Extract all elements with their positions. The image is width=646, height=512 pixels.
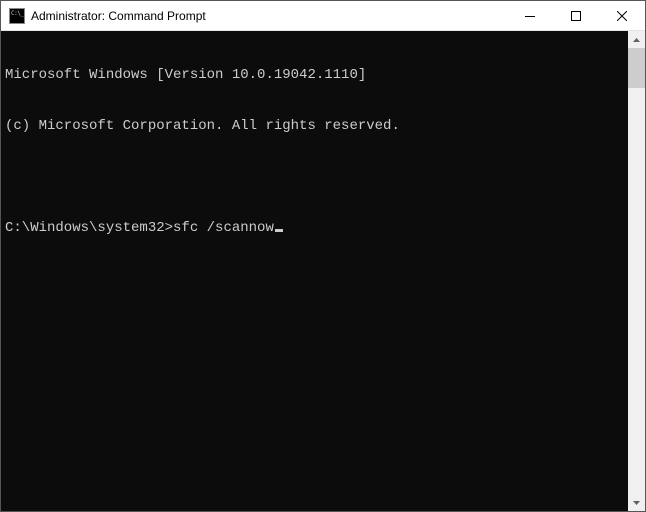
maximize-icon — [571, 11, 581, 21]
scroll-down-button[interactable] — [628, 494, 645, 511]
close-button[interactable] — [599, 1, 645, 30]
blank-line — [5, 169, 624, 186]
minimize-icon — [525, 11, 535, 21]
scroll-thumb[interactable] — [628, 48, 645, 88]
vertical-scrollbar[interactable] — [628, 31, 645, 511]
minimize-button[interactable] — [507, 1, 553, 30]
version-line: Microsoft Windows [Version 10.0.19042.11… — [5, 67, 624, 84]
titlebar[interactable]: Administrator: Command Prompt — [1, 1, 645, 31]
scroll-up-button[interactable] — [628, 31, 645, 48]
cmd-icon — [9, 8, 25, 24]
prompt-text: C:\Windows\system32> — [5, 220, 173, 236]
client-area: Microsoft Windows [Version 10.0.19042.11… — [1, 31, 645, 511]
window-title: Administrator: Command Prompt — [31, 9, 507, 23]
copyright-line: (c) Microsoft Corporation. All rights re… — [5, 118, 624, 135]
window-controls — [507, 1, 645, 30]
cmd-window: Administrator: Command Prompt Microsoft … — [0, 0, 646, 512]
prompt-line: C:\Windows\system32>sfc /scannow — [5, 220, 624, 237]
maximize-button[interactable] — [553, 1, 599, 30]
scroll-track[interactable] — [628, 48, 645, 494]
chevron-down-icon — [633, 501, 640, 505]
command-input[interactable]: sfc /scannow — [173, 220, 274, 236]
terminal-output[interactable]: Microsoft Windows [Version 10.0.19042.11… — [1, 31, 628, 511]
close-icon — [617, 11, 627, 21]
chevron-up-icon — [633, 38, 640, 42]
text-cursor — [275, 229, 283, 232]
